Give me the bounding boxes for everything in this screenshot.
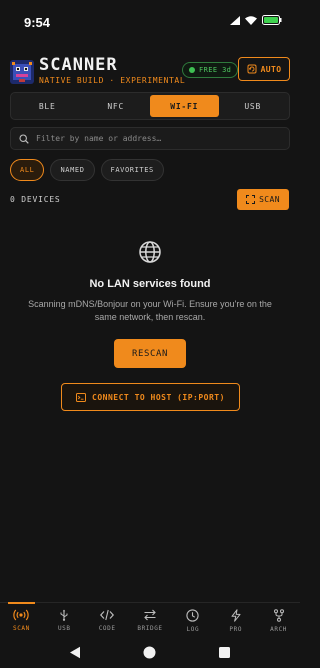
status-time: 9:54 — [24, 15, 51, 30]
app-header: SCANNER NATIVE BUILD · EXPERIMENTAL FREE… — [10, 55, 290, 86]
chip-favorites[interactable]: FAVORITES — [100, 159, 164, 181]
system-nav-bar — [0, 638, 300, 668]
app-title: SCANNER — [39, 55, 118, 75]
wifi-icon — [245, 15, 257, 25]
chip-all[interactable]: ALL — [10, 159, 45, 181]
empty-state-title: No LAN services found — [89, 278, 211, 290]
clock-icon — [186, 609, 200, 622]
refresh-icon — [247, 64, 257, 74]
search-bar — [10, 127, 290, 150]
app-subtitle: NATIVE BUILD · EXPERIMENTAL — [39, 76, 186, 85]
nav-label-scan: SCAN — [13, 625, 30, 632]
bottom-nav: SCAN USB CODE BRIDGE LOG PRO ARCH — [0, 602, 300, 638]
tab-usb[interactable]: USB — [219, 95, 288, 117]
bolt-icon — [231, 609, 241, 622]
nav-item-bridge[interactable]: BRIDGE — [129, 603, 172, 638]
globe-icon — [139, 241, 161, 263]
signal-icon — [230, 15, 240, 25]
nav-label-pro: PRO — [229, 626, 243, 633]
chip-named[interactable]: NAMED — [50, 159, 95, 181]
nav-label-code: CODE — [98, 625, 116, 632]
broadcast-icon — [13, 609, 30, 621]
home-icon[interactable] — [143, 646, 156, 659]
back-icon[interactable] — [69, 646, 81, 659]
nav-item-pro[interactable]: PRO — [214, 603, 257, 638]
battery-icon — [262, 15, 282, 25]
terminal-icon — [76, 392, 87, 402]
search-icon — [19, 133, 29, 144]
nav-item-usb[interactable]: USB — [43, 603, 86, 638]
fork-icon — [273, 609, 284, 622]
usb-icon — [60, 609, 68, 621]
nav-label-usb: USB — [57, 625, 71, 632]
status-dot-icon — [189, 67, 195, 73]
nav-item-code[interactable]: CODE — [86, 603, 129, 638]
free-trial-badge: FREE 3d — [182, 62, 239, 78]
code-icon — [100, 609, 115, 621]
free-badge-label: FREE 3d — [199, 66, 232, 74]
scan-button[interactable]: SCAN — [237, 189, 289, 210]
scan-frame-icon — [246, 195, 256, 204]
device-count: 0 DEVICES — [10, 195, 61, 204]
auto-label: AUTO — [260, 64, 282, 74]
nav-label-arch: ARCH — [270, 626, 288, 633]
nav-label-bridge: BRIDGE — [137, 625, 163, 632]
connect-to-host-button[interactable]: CONNECT TO HOST (IP:PORT) — [61, 383, 240, 411]
tab-wifi[interactable]: WI-FI — [150, 95, 219, 117]
app-logo — [10, 60, 34, 84]
rescan-button[interactable]: RESCAN — [114, 339, 186, 368]
protocol-tabs: BLE NFC WI-FI USB — [10, 92, 290, 120]
swap-icon — [144, 609, 156, 621]
connect-label: CONNECT TO HOST (IP:PORT) — [92, 392, 225, 402]
status-bar: 9:54 — [0, 0, 300, 40]
scan-label: SCAN — [259, 195, 280, 204]
nav-label-log: LOG — [186, 626, 200, 633]
nav-item-scan[interactable]: SCAN — [0, 602, 43, 638]
empty-state-description: Scanning mDNS/Bonjour on your Wi-Fi. Ens… — [28, 299, 272, 322]
search-input[interactable] — [36, 134, 276, 143]
tab-ble[interactable]: BLE — [13, 95, 82, 117]
auto-button[interactable]: AUTO — [238, 57, 290, 81]
filter-chips: ALL NAMED FAVORITES — [10, 159, 164, 181]
nav-item-log[interactable]: LOG — [171, 603, 214, 638]
recents-icon[interactable] — [219, 647, 230, 658]
nav-item-arch[interactable]: ARCH — [257, 603, 300, 638]
tab-nfc[interactable]: NFC — [82, 95, 151, 117]
